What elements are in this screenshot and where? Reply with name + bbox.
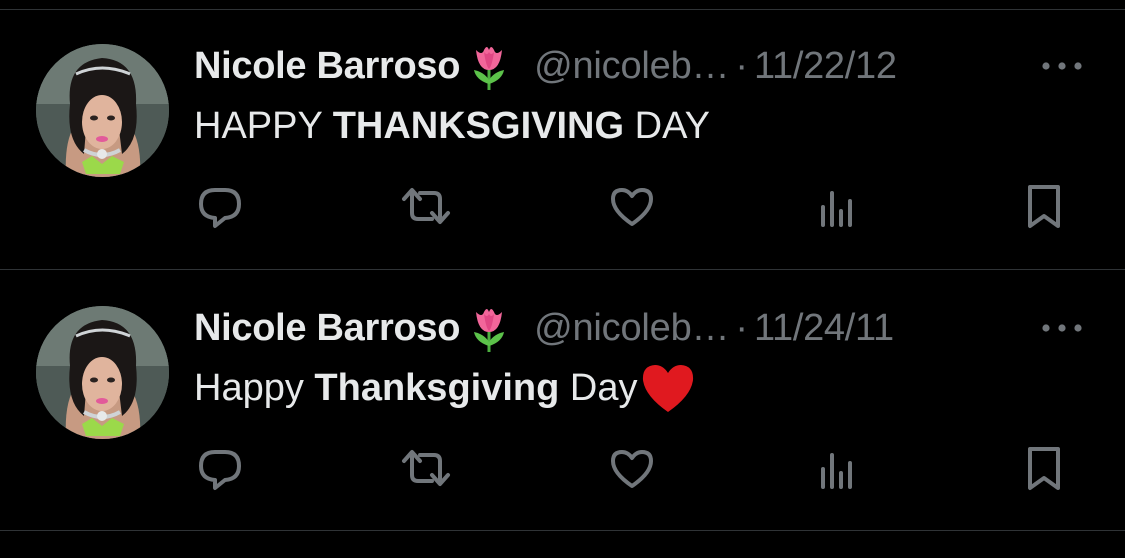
tweet-text-start: HAPPY [194,105,333,147]
reply-icon [199,188,241,228]
tweet-header: Nicole Barroso @nicoleb… · 11/22/12 [194,40,897,92]
like-button[interactable] [604,178,660,234]
separator-dot: · [735,45,748,87]
tweet-2[interactable]: Nicole Barroso @nicoleb… · 11/24/11 Happ… [0,262,1125,522]
reply-button[interactable] [192,440,248,496]
bookmark-icon [1028,447,1060,490]
reply-button[interactable] [192,178,248,234]
retweet-button[interactable] [398,440,454,496]
author-handle[interactable]: @nicoleb… [534,302,729,354]
tulip-icon [466,40,512,92]
tweet-text: HAPPY THANKSGIVING DAY [194,100,710,152]
retweet-button[interactable] [398,178,454,234]
author-name[interactable]: Nicole Barroso [194,40,460,92]
views-icon [821,191,852,227]
like-icon [611,188,653,226]
tweet-text-start: Happy [194,367,315,409]
views-button[interactable] [810,440,866,496]
bookmark-button[interactable] [1016,178,1072,234]
like-icon [611,450,653,488]
retweet-icon [402,450,450,486]
tweet-header: Nicole Barroso @nicoleb… · 11/24/11 [194,302,894,354]
avatar[interactable] [36,44,169,177]
avatar[interactable] [36,306,169,439]
tulip-icon [466,302,512,354]
reply-icon [199,450,241,490]
like-button[interactable] [604,440,660,496]
tweet-date[interactable]: 11/24/11 [754,302,894,354]
tweet-text-end: DAY [624,105,710,147]
separator-dot: · [735,307,748,349]
bookmark-button[interactable] [1016,440,1072,496]
red-heart-icon [639,362,697,414]
tweet-text-bold: Thanksgiving [314,367,560,409]
tweet-text-bold: THANKSGIVING [332,105,625,147]
tweet-text-end: Day [559,367,638,409]
tweet-1[interactable]: Nicole Barroso @nicoleb… · 11/22/12 HAPP… [0,0,1125,260]
retweet-icon [402,188,450,224]
views-icon [821,453,852,489]
author-name[interactable]: Nicole Barroso [194,302,460,354]
author-handle[interactable]: @nicoleb… [534,40,729,92]
views-button[interactable] [810,178,866,234]
tweet-text: Happy Thanksgiving Day [194,362,697,414]
more-options-icon[interactable] [1040,58,1084,74]
more-options-icon[interactable] [1040,320,1084,336]
tweet-date[interactable]: 11/22/12 [754,40,897,92]
bookmark-icon [1028,185,1060,228]
bottom-divider [0,530,1125,531]
